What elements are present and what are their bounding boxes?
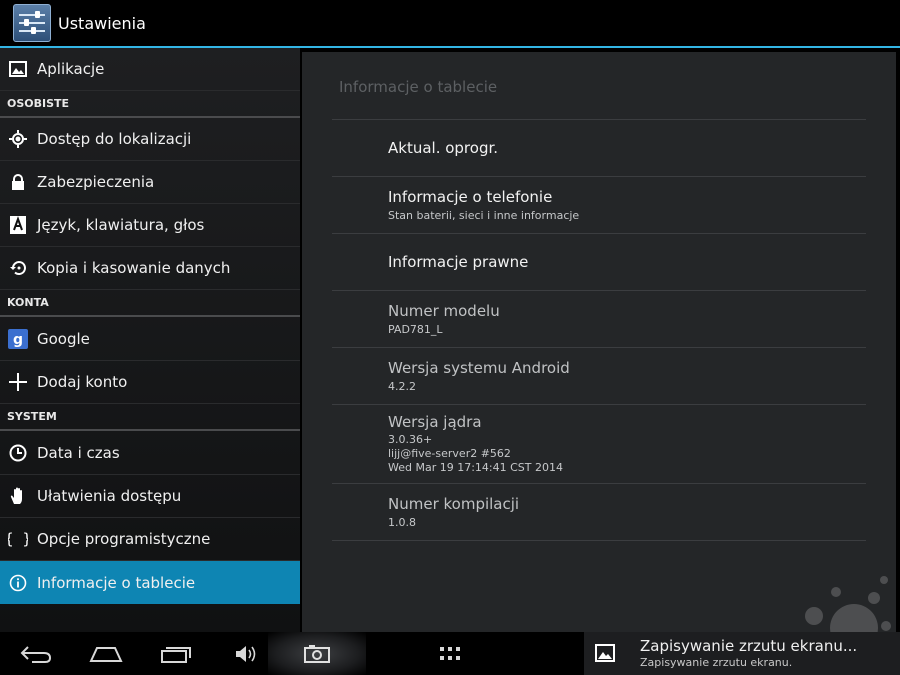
app-drawer-button[interactable] — [430, 632, 470, 675]
google-icon: g — [8, 329, 28, 349]
sidebar-item-label: Opcje programistyczne — [37, 530, 211, 548]
screenshot-notification[interactable]: Zapisywanie zrzutu ekranu... Zapisywanie… — [584, 632, 900, 675]
screenshot-icon — [304, 644, 330, 663]
row-value: 1.0.8 — [388, 516, 416, 529]
row-android-version[interactable]: Wersja systemu Android 4.2.2 — [332, 348, 866, 404]
home-icon — [89, 646, 123, 662]
sidebar-item-apps[interactable]: Aplikacje — [0, 48, 300, 91]
sidebar-item-accessibility[interactable]: Ułatwienia dostępu — [0, 475, 300, 518]
sidebar-item-language[interactable]: Język, klawiatura, głos — [0, 204, 300, 247]
sidebar-item-security[interactable]: Zabezpieczenia — [0, 161, 300, 204]
recent-apps-icon — [161, 646, 191, 663]
sidebar-item-date-time[interactable]: Data i czas — [0, 432, 300, 475]
volume-button[interactable] — [226, 632, 266, 675]
section-header-system: SYSTEM — [0, 404, 300, 431]
backup-icon — [8, 258, 28, 278]
sidebar-item-label: Google — [37, 330, 90, 348]
row-subtitle: Stan baterii, sieci i inne informacje — [388, 209, 580, 222]
lock-icon — [8, 172, 28, 192]
notification-text: Zapisywanie zrzutu ekranu. — [640, 656, 793, 669]
row-value-line: lijj@five-server2 #562 — [388, 447, 511, 460]
app-title: Ustawienia — [58, 13, 146, 33]
row-title: Informacje o telefonie — [388, 188, 553, 206]
sidebar-item-google[interactable]: g Google — [0, 318, 300, 361]
row-title: Numer kompilacji — [388, 495, 520, 513]
row-value-line: 3.0.36+ — [388, 433, 433, 446]
detail-title: Informacje o tablecie — [339, 78, 498, 96]
section-header-accounts: KONTA — [0, 290, 300, 317]
svg-text:g: g — [13, 332, 23, 348]
sidebar-item-label: Zabezpieczenia — [37, 173, 155, 191]
row-phone-info[interactable]: Informacje o telefonie Stan baterii, sie… — [332, 177, 866, 233]
row-model-number: Numer modelu PAD781_L — [332, 291, 866, 347]
row-legal-info[interactable]: Informacje prawne — [332, 234, 866, 290]
sidebar-item-developer-options[interactable]: { } Opcje programistyczne — [0, 518, 300, 561]
sidebar-item-label: Aplikacje — [37, 60, 105, 78]
row-value-line: Wed Mar 19 17:14:41 CST 2014 — [388, 461, 563, 474]
row-title: Wersja jądra — [388, 413, 482, 431]
sidebar-item-label: Dostęp do lokalizacji — [37, 130, 192, 148]
app-drawer-icon — [440, 646, 460, 660]
recent-apps-button[interactable] — [154, 632, 198, 675]
notification-title: Zapisywanie zrzutu ekranu... — [640, 637, 858, 655]
sidebar-item-add-account[interactable]: Dodaj konto — [0, 361, 300, 404]
volume-icon — [236, 645, 256, 662]
home-button[interactable] — [84, 632, 128, 675]
sidebar-item-about-tablet[interactable]: Informacje o tablecie — [0, 561, 300, 604]
sidebar-item-label: Kopia i kasowanie danych — [37, 259, 231, 277]
row-title: Informacje prawne — [388, 253, 529, 271]
sidebar-item-location[interactable]: Dostęp do lokalizacji — [0, 118, 300, 161]
sidebar-item-backup[interactable]: Kopia i kasowanie danych — [0, 247, 300, 290]
image-icon — [8, 59, 28, 79]
detail-pane: Informacje o tablecie Aktual. oprogr. In… — [302, 52, 896, 632]
sidebar-item-label: Ułatwienia dostępu — [37, 487, 182, 505]
row-software-update[interactable]: Aktual. oprogr. — [332, 120, 866, 176]
row-title: Aktual. oprogr. — [388, 139, 499, 157]
svg-text:{ }: { } — [8, 530, 28, 548]
location-icon — [8, 129, 28, 149]
image-icon — [595, 644, 615, 662]
sidebar-item-label: Informacje o tablecie — [37, 573, 196, 592]
row-title: Numer modelu — [388, 302, 500, 320]
screenshot-button[interactable] — [294, 632, 340, 675]
sidebar-item-label: Dodaj konto — [37, 373, 128, 391]
settings-sidebar: Aplikacje OSOBISTE Dostęp do lokalizacji… — [0, 48, 300, 632]
sidebar-item-label: Data i czas — [37, 444, 120, 462]
sidebar-item-label: Język, klawiatura, głos — [37, 216, 205, 234]
row-title: Wersja systemu Android — [388, 359, 570, 377]
row-value: PAD781_L — [388, 323, 443, 336]
hand-icon — [8, 486, 28, 506]
section-header-personal: OSOBISTE — [0, 91, 300, 118]
divider — [332, 540, 866, 541]
back-button[interactable] — [14, 632, 58, 675]
row-value: 4.2.2 — [388, 380, 416, 393]
action-bar: Ustawienia — [0, 0, 900, 48]
row-kernel-version: Wersja jądra 3.0.36+ lijj@five-server2 #… — [332, 405, 866, 483]
back-icon — [20, 645, 52, 663]
clock-icon — [8, 443, 28, 463]
settings-app-icon[interactable] — [13, 4, 51, 42]
braces-icon: { } — [8, 529, 28, 549]
language-icon — [8, 215, 28, 235]
info-icon — [8, 573, 28, 593]
row-build-number[interactable]: Numer kompilacji 1.0.8 — [332, 484, 866, 540]
plus-icon — [8, 372, 28, 392]
